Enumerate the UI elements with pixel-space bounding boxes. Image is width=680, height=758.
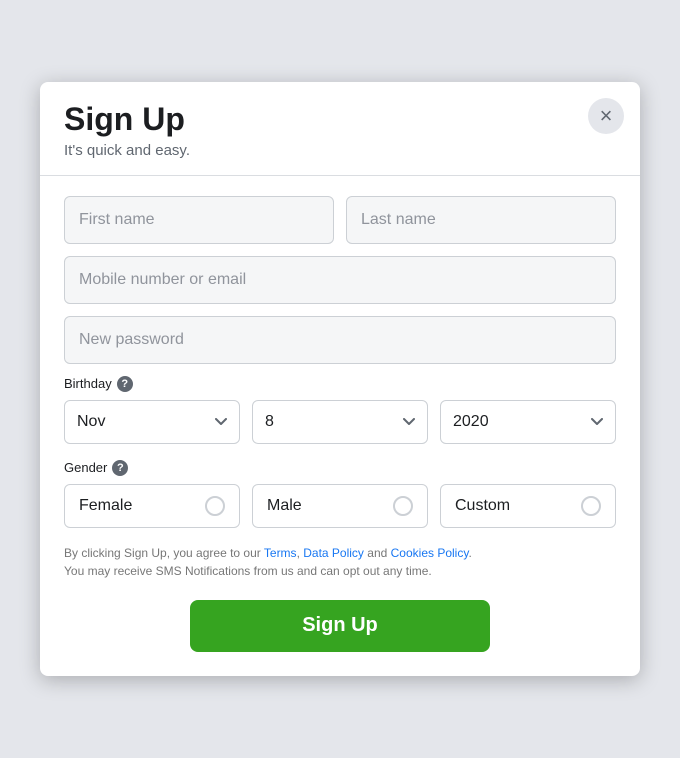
gender-male-option[interactable]: Male [252, 484, 428, 528]
signup-modal: × Sign Up It's quick and easy. Birthday … [40, 82, 640, 675]
data-policy-link[interactable]: Data Policy [303, 546, 364, 560]
last-name-input[interactable] [346, 196, 616, 244]
signup-button[interactable]: Sign Up [190, 600, 490, 652]
gender-help-icon[interactable]: ? [112, 460, 128, 476]
gender-custom-option[interactable]: Custom [440, 484, 616, 528]
gender-custom-radio[interactable] [581, 496, 601, 516]
name-row [64, 196, 616, 244]
mobile-email-input[interactable] [64, 256, 616, 304]
birthday-day-select[interactable]: 1 2 3 4 5 6 7 8 9 10 11 12 13 14 15 16 1… [252, 400, 428, 444]
birthday-row: Jan Feb Mar Apr May Jun Jul Aug Sep Oct … [64, 400, 616, 444]
gender-row: Female Male Custom [64, 484, 616, 528]
close-button[interactable]: × [588, 98, 624, 134]
terms-text: By clicking Sign Up, you agree to our Te… [64, 544, 616, 580]
gender-female-radio[interactable] [205, 496, 225, 516]
gender-male-label: Male [267, 497, 302, 515]
terms-before-text: By clicking Sign Up, you agree to our [64, 546, 264, 560]
birthday-help-icon[interactable]: ? [117, 376, 133, 392]
first-name-input[interactable] [64, 196, 334, 244]
terms-link[interactable]: Terms [264, 546, 297, 560]
password-input[interactable] [64, 316, 616, 364]
gender-female-option[interactable]: Female [64, 484, 240, 528]
header-divider [40, 175, 640, 176]
gender-label: Gender ? [64, 460, 616, 476]
gender-custom-label: Custom [455, 497, 510, 515]
terms-and: and [364, 546, 391, 560]
gender-male-radio[interactable] [393, 496, 413, 516]
birthday-month-select[interactable]: Jan Feb Mar Apr May Jun Jul Aug Sep Oct … [64, 400, 240, 444]
birthday-label: Birthday ? [64, 376, 616, 392]
birthday-year-select[interactable]: 2024202320222021202020192018201720162015… [440, 400, 616, 444]
modal-header: Sign Up It's quick and easy. [64, 102, 616, 158]
cookies-policy-link[interactable]: Cookies Policy [391, 546, 469, 560]
modal-title: Sign Up [64, 102, 616, 137]
modal-subtitle: It's quick and easy. [64, 142, 616, 159]
gender-female-label: Female [79, 497, 132, 515]
